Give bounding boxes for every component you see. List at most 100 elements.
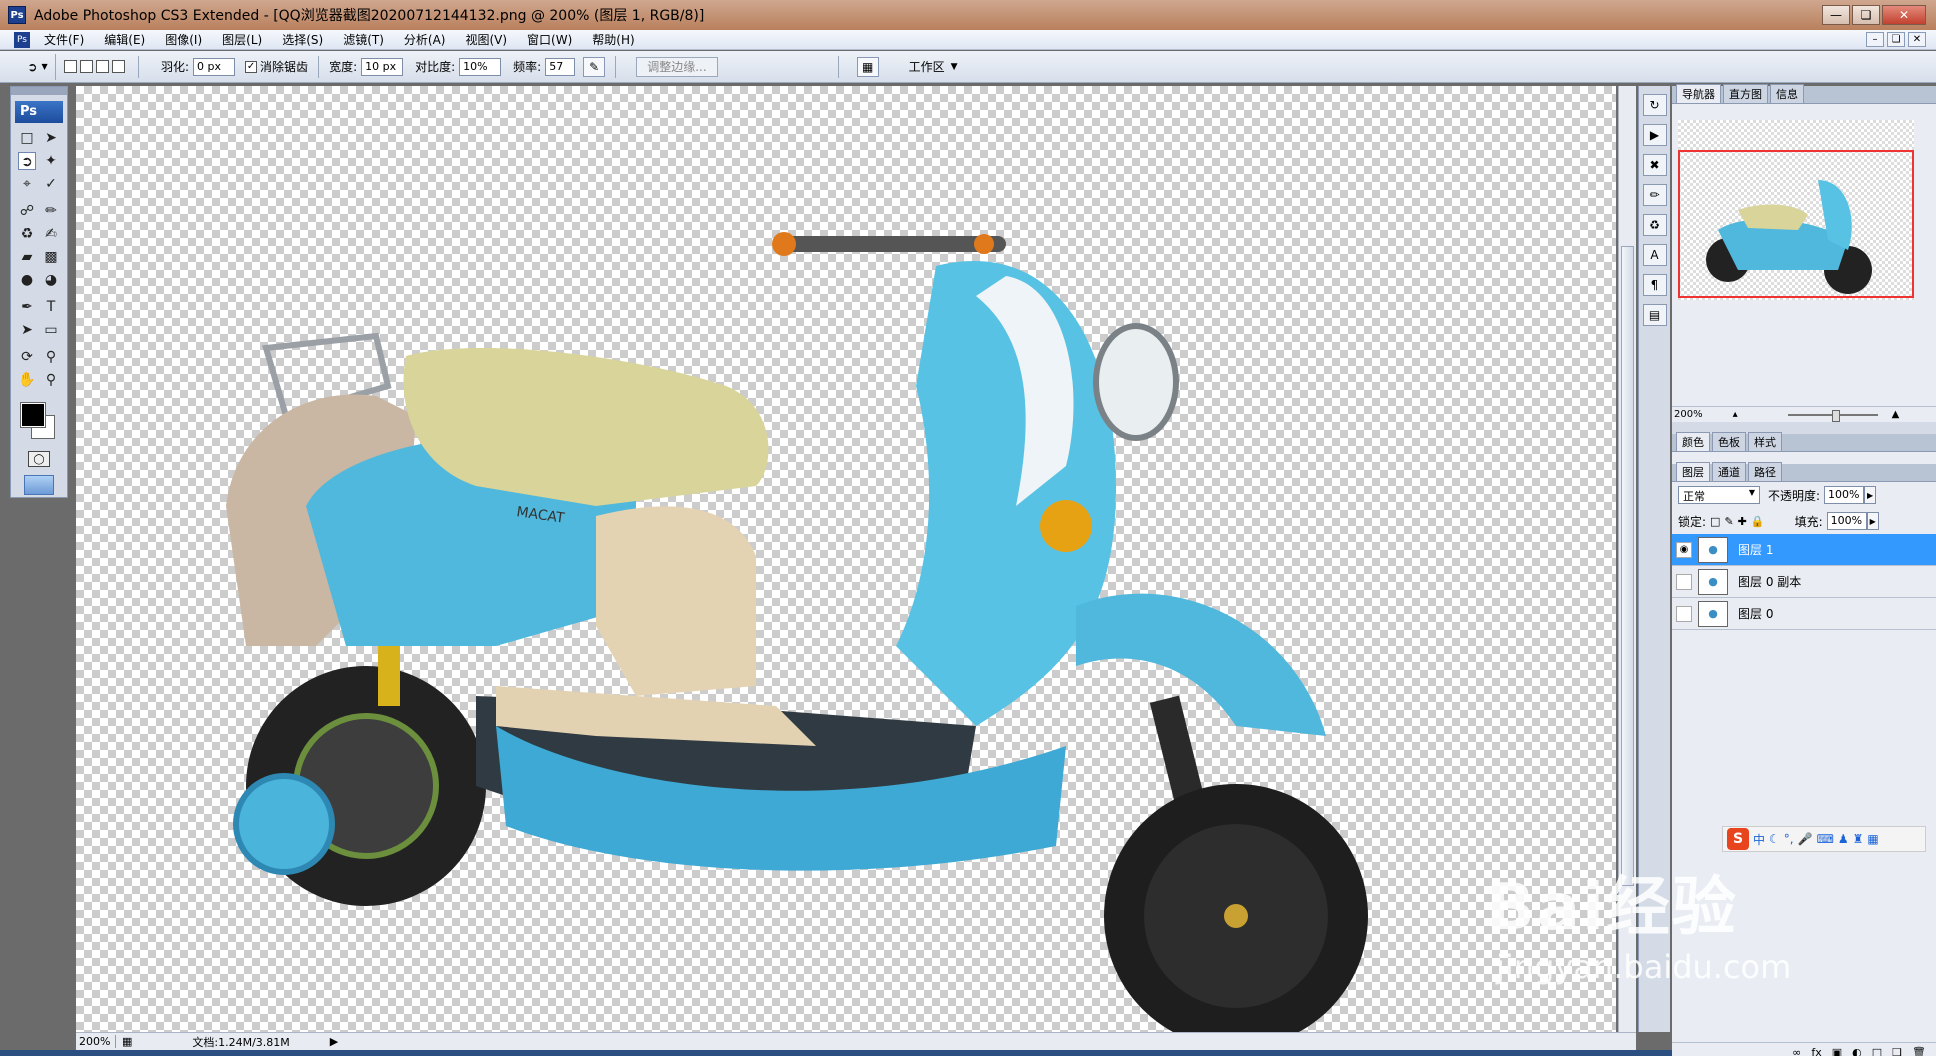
microphone-icon[interactable]: 🎤	[1798, 832, 1813, 846]
clone-source-icon[interactable]: ♻	[1642, 214, 1667, 236]
navigator-zoom-value[interactable]: 200%	[1674, 409, 1703, 420]
zoom-icon[interactable]: ⚲	[42, 371, 60, 389]
blur-icon[interactable]: ●	[18, 271, 36, 289]
tab-info[interactable]: 信息	[1770, 84, 1804, 103]
refine-edge-button[interactable]: 调整边缘...	[636, 56, 718, 77]
doc-restore-button[interactable]: ❏	[1887, 32, 1905, 47]
shirt-icon[interactable]: ♜	[1853, 832, 1864, 846]
tab-layers[interactable]: 图层	[1676, 462, 1710, 481]
new-group-icon[interactable]: □	[1872, 1046, 1882, 1056]
shape-icon[interactable]: ▭	[42, 321, 60, 339]
magnetic-lasso-icon[interactable]: ➲	[18, 152, 36, 170]
status-menu-icon[interactable]: ▦	[122, 1035, 132, 1048]
path-select-icon[interactable]: ➤	[18, 321, 36, 339]
layer-row[interactable]: ● 图层 0 副本	[1672, 566, 1936, 598]
fill-arrow-icon[interactable]: ▶	[1866, 512, 1879, 530]
opacity-field[interactable]: 100%	[1824, 486, 1865, 504]
layer-comps-icon[interactable]: ▤	[1642, 304, 1667, 326]
blend-mode-select[interactable]: 正常 ▼	[1678, 486, 1760, 504]
ime-mode[interactable]: 中	[1753, 831, 1765, 848]
fill-field[interactable]: 100%	[1826, 512, 1867, 530]
menu-layer[interactable]: 图层(L)	[218, 31, 266, 48]
status-arrow-icon[interactable]: ▶	[330, 1035, 338, 1048]
tab-paths[interactable]: 路径	[1748, 462, 1782, 481]
screen-mode-icon[interactable]	[24, 475, 54, 495]
palette-well-icon[interactable]: ▦	[856, 56, 879, 77]
zoom-slider[interactable]	[1787, 409, 1878, 422]
navigator-thumbnail[interactable]	[1678, 120, 1914, 300]
antialias-checkbox[interactable]: ✓	[245, 60, 258, 73]
hand-icon[interactable]: ✋	[18, 371, 36, 389]
layer-name[interactable]: 图层 1	[1738, 541, 1773, 558]
eye-icon[interactable]	[1676, 605, 1692, 622]
intersect-selection-icon[interactable]	[112, 60, 125, 73]
character-icon[interactable]: A	[1642, 244, 1667, 266]
layer-style-icon[interactable]: fx	[1811, 1046, 1821, 1056]
clone-stamp-icon[interactable]: ♻	[18, 225, 36, 243]
lock-transparency-icon[interactable]: □	[1710, 515, 1720, 528]
toolbox-grip[interactable]	[11, 87, 67, 95]
new-layer-icon[interactable]: ❏	[1892, 1046, 1902, 1056]
moon-icon[interactable]: ☾	[1769, 832, 1780, 846]
tool-presets-icon[interactable]: ✖	[1642, 154, 1667, 176]
pen-icon[interactable]: ✒	[18, 298, 36, 316]
tab-swatches[interactable]: 色板	[1712, 432, 1746, 451]
menu-image[interactable]: 图像(I)	[161, 31, 206, 48]
user-icon[interactable]: ♟	[1838, 832, 1849, 846]
menu-view[interactable]: 视图(V)	[461, 31, 511, 48]
menu-select[interactable]: 选择(S)	[278, 31, 327, 48]
lock-position-icon[interactable]: ✚	[1738, 515, 1747, 528]
lock-all-icon[interactable]: 🔒	[1751, 515, 1765, 528]
layer-name[interactable]: 图层 0	[1738, 605, 1773, 622]
move-icon[interactable]: ➤	[42, 129, 60, 147]
layer-mask-icon[interactable]: ▣	[1832, 1046, 1842, 1056]
quick-mask-icon[interactable]: ◯	[28, 451, 50, 467]
navigator-view-box[interactable]	[1678, 150, 1914, 298]
actions-icon[interactable]: ▶	[1642, 124, 1667, 146]
foreground-color-swatch[interactable]	[20, 402, 46, 428]
tab-styles[interactable]: 样式	[1748, 432, 1782, 451]
keyboard-icon[interactable]: ⌨	[1817, 832, 1834, 846]
opacity-arrow-icon[interactable]: ▶	[1864, 486, 1877, 504]
menu-help[interactable]: 帮助(H)	[588, 31, 638, 48]
subtract-selection-icon[interactable]	[96, 60, 109, 73]
document-canvas[interactable]: MACAT	[76, 86, 1616, 1032]
sogou-logo[interactable]: S	[1727, 828, 1749, 850]
menu-window[interactable]: 窗口(W)	[523, 31, 576, 48]
frequency-input[interactable]	[545, 57, 576, 76]
brushes-icon[interactable]: ✏	[1642, 184, 1667, 206]
new-selection-icon[interactable]	[64, 60, 77, 73]
menu-edit[interactable]: 编辑(E)	[100, 31, 149, 48]
magic-wand-icon[interactable]: ✦	[42, 152, 60, 170]
slice-icon[interactable]: ✓	[42, 175, 60, 193]
feather-input[interactable]	[193, 57, 236, 76]
pen-pressure-icon[interactable]: ✎	[583, 56, 606, 77]
ps-logo[interactable]: Ps	[15, 101, 63, 123]
menu-file[interactable]: 文件(F)	[40, 31, 88, 48]
gradient-icon[interactable]: ▩	[42, 248, 60, 266]
crop-icon[interactable]: ⌖	[18, 175, 36, 193]
zoom-in-icon[interactable]: ▲	[1892, 409, 1900, 420]
minimize-button[interactable]: —	[1822, 5, 1850, 25]
menu-analysis[interactable]: 分析(A)	[400, 31, 450, 48]
layer-row[interactable]: ● 图层 0	[1672, 598, 1936, 630]
tab-navigator[interactable]: 导航器	[1676, 84, 1721, 103]
zoom-field[interactable]: 200%	[76, 1035, 116, 1048]
workspace-menu[interactable]: 工作区 ▼	[909, 58, 958, 75]
document-icon[interactable]: Ps	[14, 31, 30, 48]
doc-close-button[interactable]: ✕	[1908, 32, 1926, 47]
zoom-out-icon[interactable]: ▴	[1733, 409, 1738, 420]
layer-name[interactable]: 图层 0 副本	[1738, 573, 1801, 590]
width-input[interactable]	[361, 57, 404, 76]
eye-icon[interactable]	[1676, 573, 1692, 590]
brush-icon[interactable]: ✏	[42, 202, 60, 220]
link-layers-icon[interactable]: ∞	[1792, 1046, 1801, 1056]
layer-row[interactable]: ◉ ● 图层 1	[1672, 534, 1936, 566]
scrollbar-thumb[interactable]	[1621, 246, 1634, 886]
restore-button[interactable]: ❏	[1852, 5, 1880, 25]
adjustment-layer-icon[interactable]: ◐	[1852, 1046, 1862, 1056]
eraser-icon[interactable]: ▰	[18, 248, 36, 266]
punctuation-icon[interactable]: °,	[1784, 832, 1794, 846]
contrast-input[interactable]	[459, 57, 502, 76]
tab-color[interactable]: 颜色	[1676, 432, 1710, 451]
